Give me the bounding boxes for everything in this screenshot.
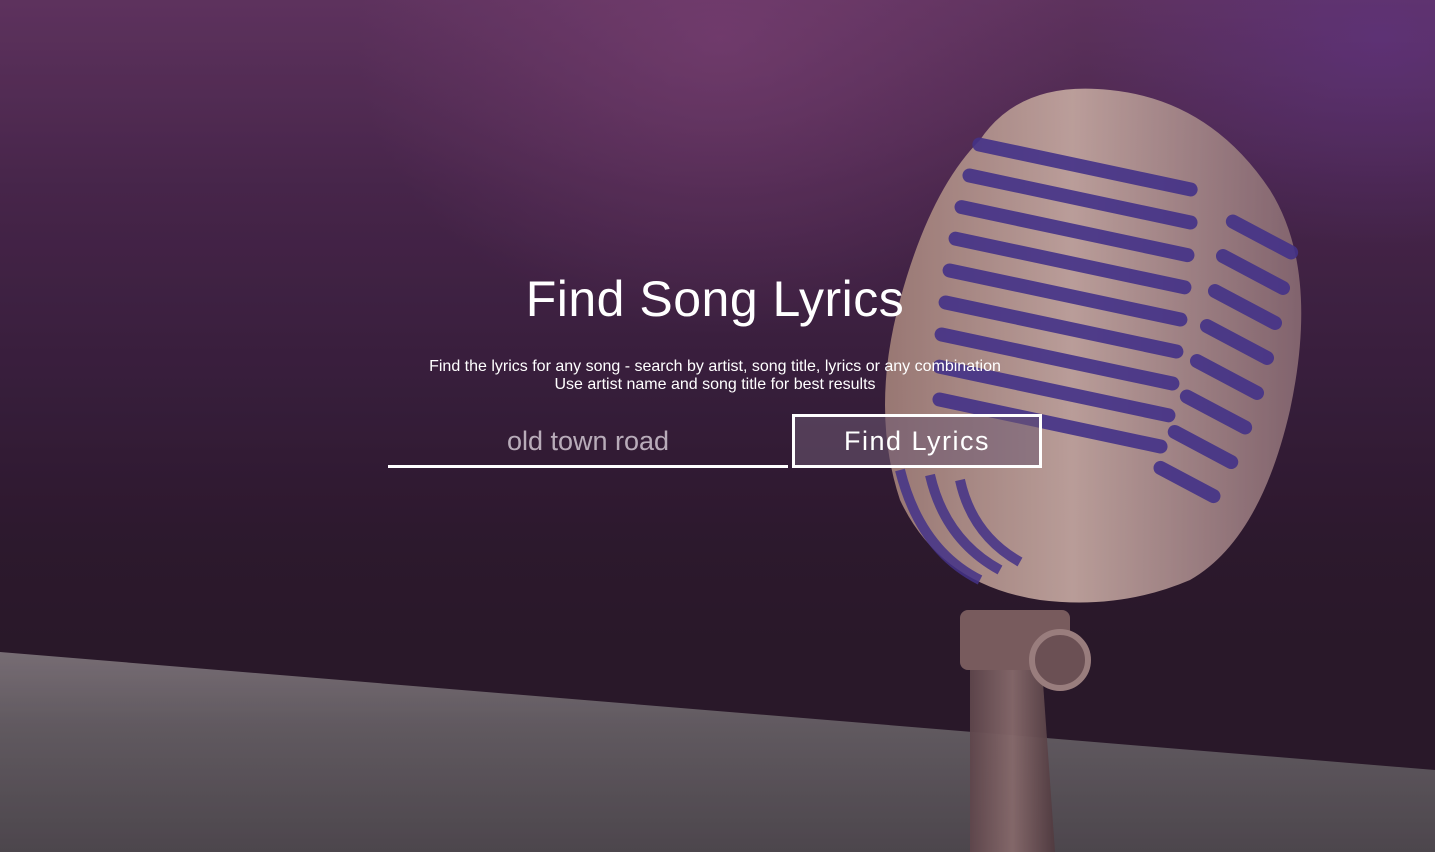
subtitle-line-2: Use artist name and song title for best … [554, 376, 876, 393]
search-input[interactable] [388, 418, 788, 468]
find-lyrics-button[interactable]: Find Lyrics [792, 414, 1042, 468]
page-subtitle: Find the lyrics for any song - search by… [0, 358, 1430, 394]
subtitle-line-1: Find the lyrics for any song - search by… [429, 358, 1001, 375]
page-title: Find Song Lyrics [525, 271, 905, 327]
